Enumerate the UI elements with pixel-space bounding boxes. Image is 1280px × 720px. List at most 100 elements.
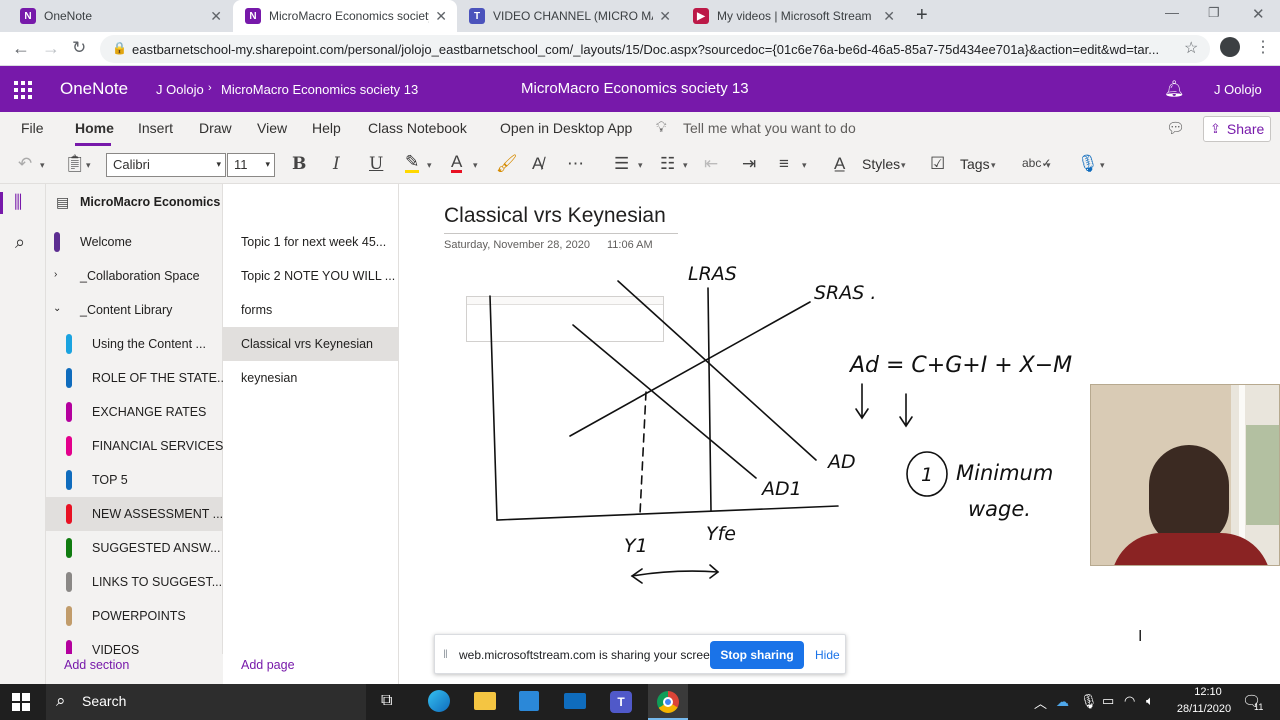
section-item[interactable]: TOP 5	[46, 463, 223, 497]
restore-icon[interactable]: ❐	[1208, 5, 1220, 21]
align-icon[interactable]: ≡	[779, 154, 789, 174]
clipboard-icon[interactable]: 📋︎	[64, 154, 86, 174]
tab-file[interactable]: File	[21, 120, 44, 136]
section-item[interactable]: LINKS TO SUGGEST...	[46, 565, 223, 599]
section-group[interactable]: ⌄ _Content Library	[46, 293, 223, 327]
show-hidden-icons-chevron[interactable]: ︿	[1034, 693, 1047, 712]
highlight-icon[interactable]: ✎	[405, 153, 420, 173]
store-icon[interactable]	[519, 691, 539, 711]
font-color-icon[interactable]: A	[451, 153, 463, 173]
tab-class-notebook[interactable]: Class Notebook	[368, 120, 467, 136]
task-view-icon[interactable]: ⧉	[381, 692, 392, 710]
notifications-bell-icon[interactable]: 🔔︎	[1164, 79, 1184, 99]
page-canvas[interactable]: Classical vrs Keynesian Saturday, Novemb…	[400, 184, 1280, 684]
volume-icon[interactable]: 🔈︎	[1146, 693, 1154, 709]
tab-insert[interactable]: Insert	[138, 120, 173, 136]
clear-formatting-icon[interactable]: A̸	[532, 154, 543, 174]
more-options-icon[interactable]: ⋯	[567, 154, 584, 174]
back-icon[interactable]: ←	[12, 38, 30, 59]
app-name[interactable]: OneNote	[60, 79, 128, 99]
tab-home[interactable]: Home	[75, 120, 114, 136]
page-item[interactable]: Topic 1 for next week 45...	[223, 225, 398, 259]
teams-icon[interactable]: T	[610, 691, 632, 713]
undo-dropdown-icon[interactable]: ▾	[40, 160, 45, 171]
url-field[interactable]: 🔒 eastbarnetschool-my.sharepoint.com/per…	[100, 35, 1210, 63]
increase-indent-icon[interactable]: ⇥	[742, 154, 756, 174]
taskbar-search-box[interactable]: ⌕ Search	[46, 684, 366, 720]
highlight-dropdown-icon[interactable]: ▾	[427, 160, 432, 171]
clipboard-dropdown-icon[interactable]: ▾	[86, 160, 91, 171]
styles-dropdown-icon[interactable]: ▾	[901, 160, 906, 171]
forward-icon[interactable]: →	[42, 38, 60, 59]
tab-view[interactable]: View	[257, 120, 287, 136]
italic-icon[interactable]: I	[333, 154, 340, 174]
browser-tab-stream[interactable]: ▶ My videos | Microsoft Stream ✕	[681, 0, 905, 32]
browser-tab-onenote[interactable]: N OneNote ✕	[8, 0, 232, 32]
font-color-dropdown-icon[interactable]: ▾	[473, 160, 478, 171]
browser-tab-micromacro[interactable]: N MicroMacro Economics society 1 ✕	[233, 0, 457, 32]
microphone-icon[interactable]: 🎙︎	[1080, 693, 1098, 710]
mail-icon[interactable]	[564, 693, 586, 709]
format-painter-icon[interactable]: 🖌︎	[496, 154, 518, 174]
tab-draw[interactable]: Draw	[199, 120, 232, 136]
section-item[interactable]: ROLE OF THE STATE...	[46, 361, 223, 395]
numbering-dropdown-icon[interactable]: ▾	[683, 160, 688, 171]
bold-icon[interactable]: B	[292, 154, 306, 174]
clock-time[interactable]: 12:10	[1182, 686, 1234, 698]
reload-icon[interactable]: ↻	[72, 38, 86, 58]
decrease-indent-icon[interactable]: ⇤	[704, 154, 718, 174]
bullets-dropdown-icon[interactable]: ▾	[638, 160, 643, 171]
close-tab-icon[interactable]: ✕	[210, 8, 222, 25]
search-icon[interactable]: ⌕	[15, 232, 25, 253]
tab-help[interactable]: Help	[312, 120, 341, 136]
spelling-dropdown-icon[interactable]: ▾	[1046, 160, 1051, 171]
dictate-dropdown-icon[interactable]: ▾	[1100, 160, 1105, 171]
page-item-selected[interactable]: Classical vrs Keynesian	[223, 327, 398, 361]
share-button[interactable]: ⇪ Share	[1203, 116, 1271, 142]
windows-start-icon[interactable]	[12, 693, 30, 711]
new-tab-icon[interactable]: +	[916, 4, 928, 27]
section-group[interactable]: › _Collaboration Space	[46, 259, 223, 293]
user-name[interactable]: J Oolojo	[1214, 82, 1262, 97]
section-item[interactable]: SUGGESTED ANSW...	[46, 531, 223, 565]
section-item-selected[interactable]: NEW ASSESSMENT ...	[46, 497, 223, 531]
align-dropdown-icon[interactable]: ▾	[802, 160, 807, 171]
section-item[interactable]: POWERPOINTS	[46, 599, 223, 633]
wifi-icon[interactable]: ◠	[1124, 693, 1135, 709]
close-window-icon[interactable]: ✕	[1252, 5, 1265, 23]
edge-icon[interactable]	[428, 690, 450, 712]
undo-icon[interactable]: ↶	[18, 154, 32, 174]
chrome-taskbar-button[interactable]	[648, 684, 688, 720]
file-explorer-icon[interactable]	[474, 692, 496, 710]
page-item[interactable]: keynesian	[223, 361, 398, 395]
underline-icon[interactable]: U	[369, 154, 383, 174]
close-tab-icon[interactable]: ✕	[659, 8, 671, 25]
close-tab-icon[interactable]: ✕	[883, 8, 895, 25]
app-launcher-icon[interactable]	[14, 81, 32, 99]
tags-checkbox-icon[interactable]: ☑	[930, 154, 945, 174]
profile-avatar-icon[interactable]	[1220, 37, 1240, 57]
section-item[interactable]: FINANCIAL SERVICES	[46, 429, 223, 463]
tags-button[interactable]: Tags	[960, 156, 990, 172]
numbering-icon[interactable]: ☷	[660, 154, 675, 174]
stop-sharing-button[interactable]: Stop sharing	[710, 641, 804, 669]
browser-tab-video-channel[interactable]: T VIDEO CHANNEL (MICRO MACR ✕	[457, 0, 681, 32]
bullets-icon[interactable]: ☰	[614, 154, 629, 174]
onedrive-icon[interactable]: ☁	[1056, 694, 1069, 710]
more-menu-icon[interactable]: ⋮	[1255, 37, 1271, 57]
tell-me-input[interactable]: Tell me what you want to do	[683, 120, 856, 136]
page-item[interactable]: Topic 2 NOTE YOU WILL ...	[223, 259, 398, 293]
section-item[interactable]: Using the Content ...	[46, 327, 223, 361]
open-desktop-app-button[interactable]: Open in Desktop App	[500, 120, 632, 136]
hide-button[interactable]: Hide	[815, 648, 840, 662]
drag-handle-icon[interactable]: ‖	[443, 647, 448, 661]
add-page-button[interactable]: Add page	[241, 658, 295, 672]
styles-button[interactable]: Styles	[862, 156, 900, 172]
breadcrumb-notebook[interactable]: MicroMacro Economics society 13	[221, 82, 418, 97]
add-section-button[interactable]: Add section	[64, 658, 129, 672]
battery-icon[interactable]: ▭	[1102, 693, 1114, 709]
notebooks-library-icon[interactable]: ⫼	[14, 192, 22, 213]
font-name-select[interactable]: Calibri ▾	[106, 153, 226, 177]
breadcrumb-user[interactable]: J Oolojo	[156, 82, 204, 97]
section-item[interactable]: EXCHANGE RATES	[46, 395, 223, 429]
